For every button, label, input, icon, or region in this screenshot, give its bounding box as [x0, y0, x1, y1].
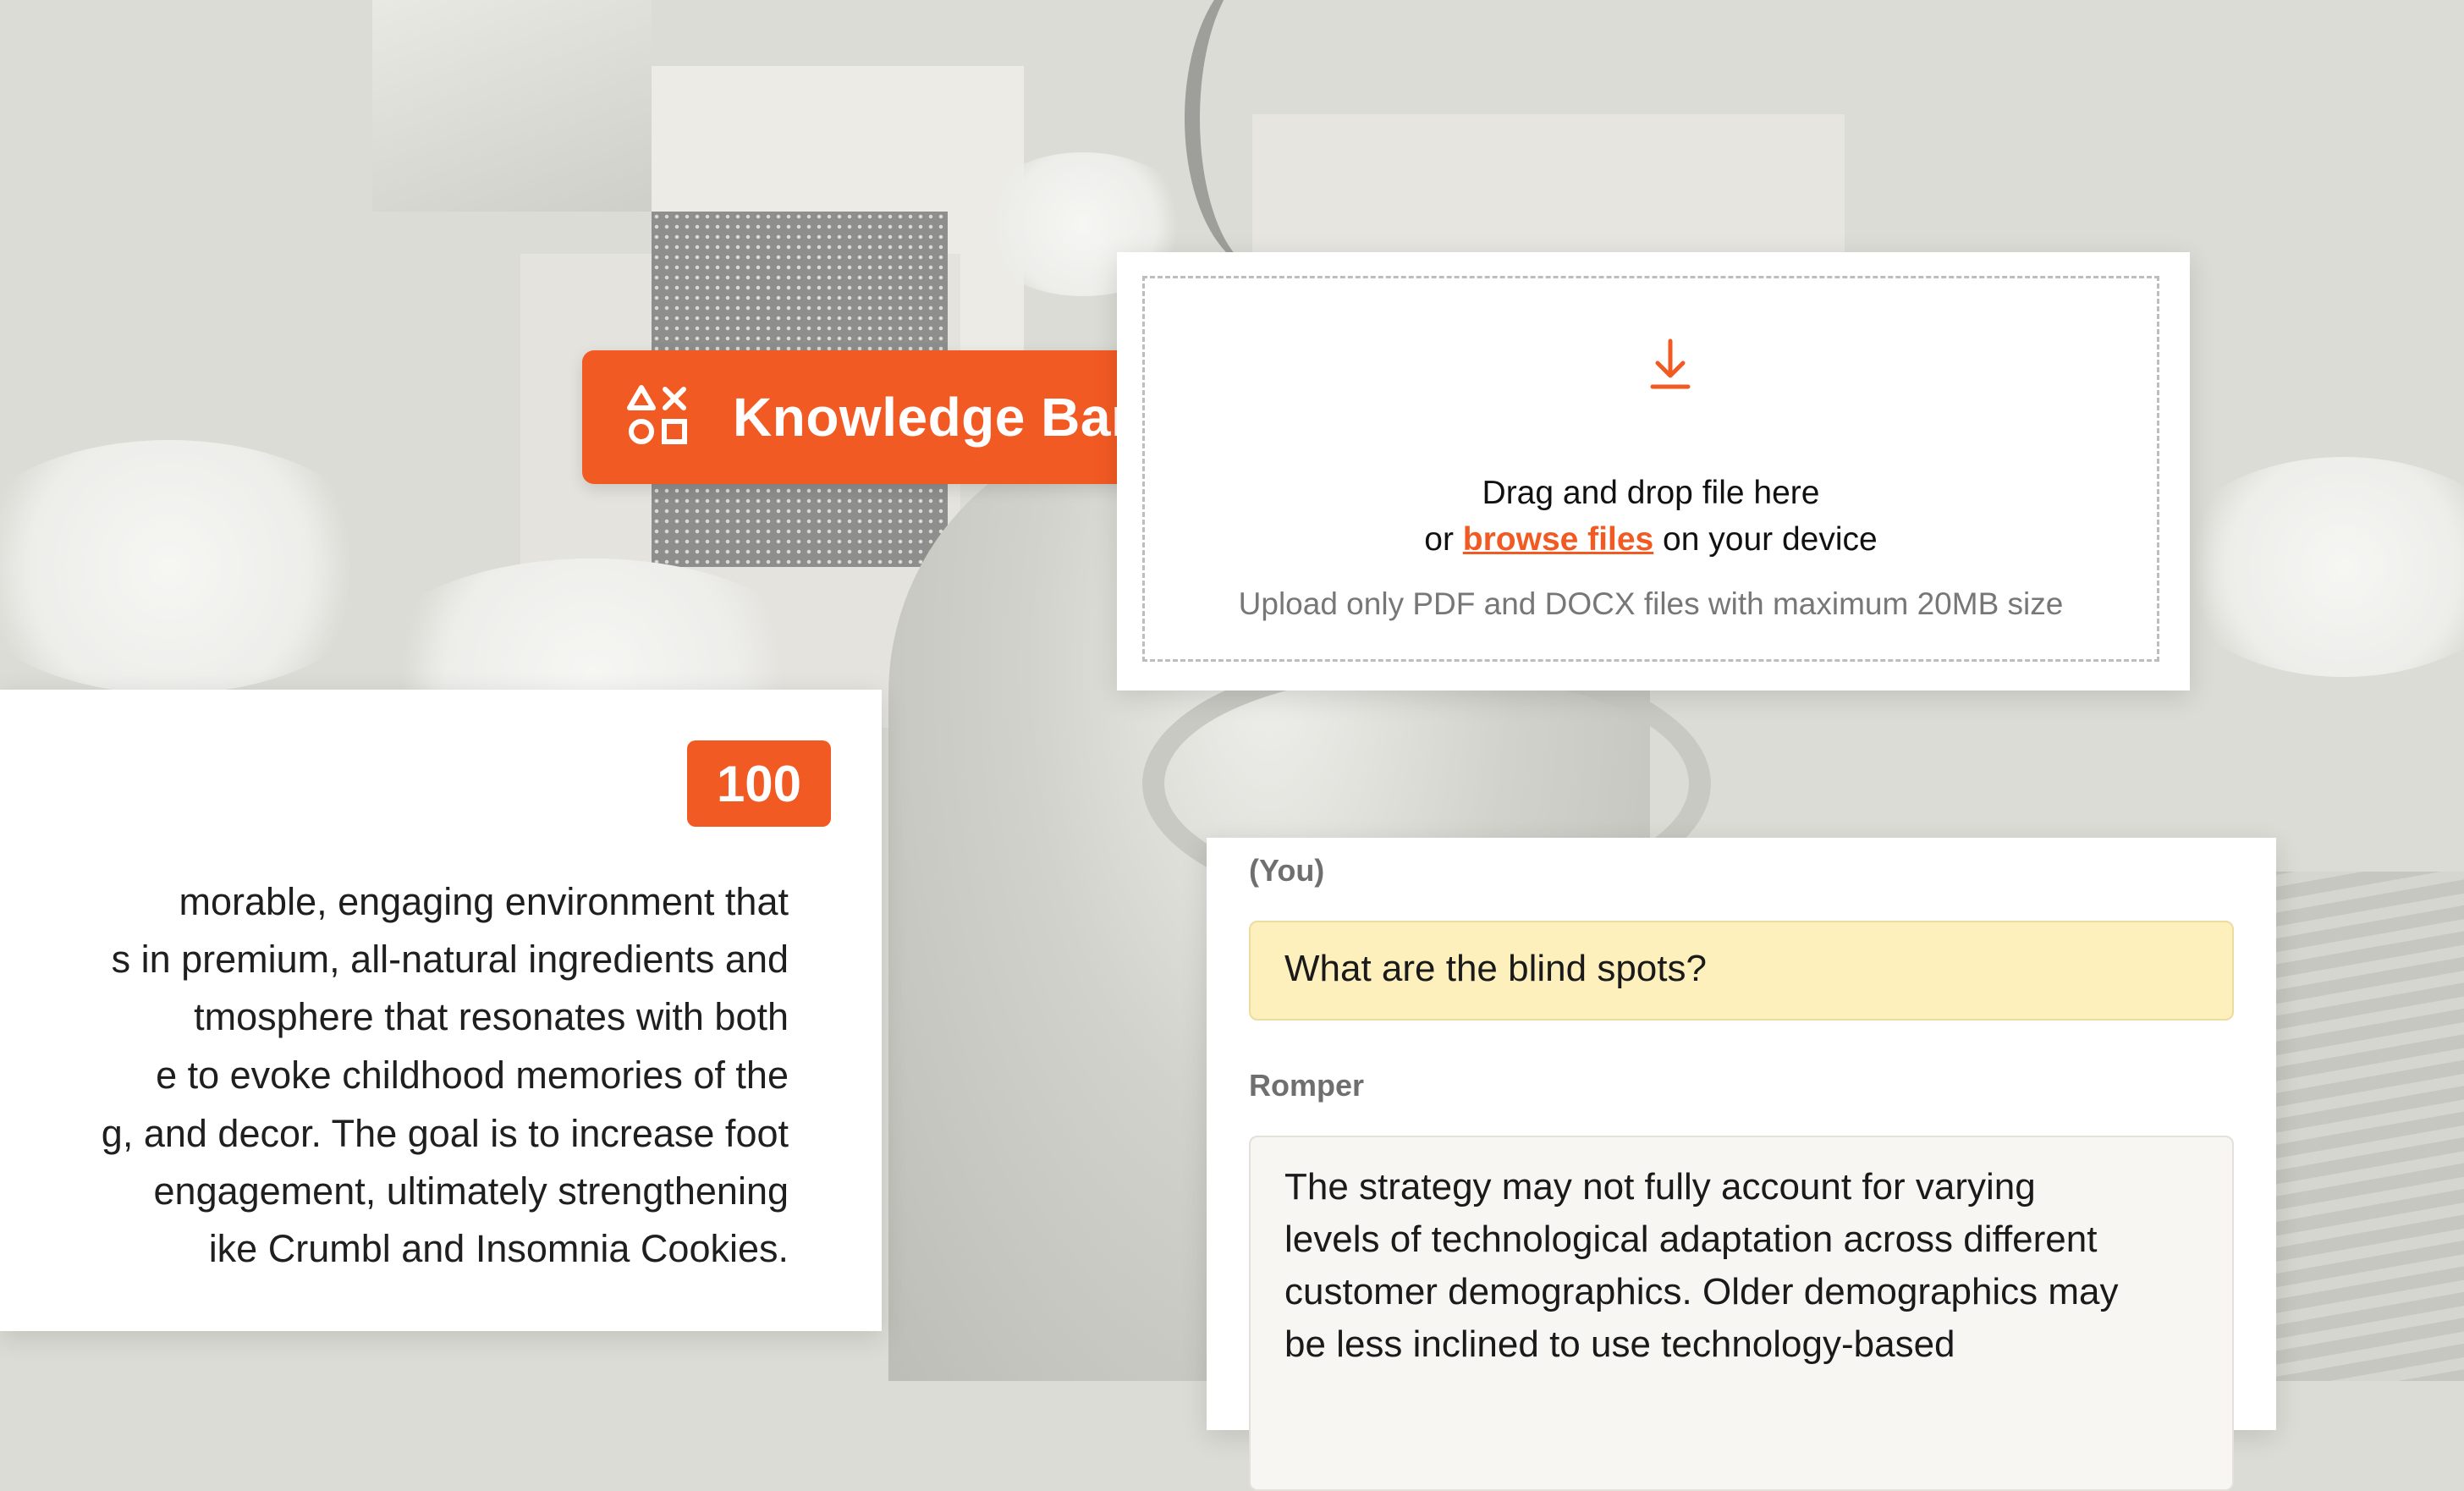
- upload-hint: Upload only PDF and DOCX files with maxi…: [1238, 586, 2064, 621]
- assistant-message-line: be less inclined to use technology-based: [1284, 1323, 1955, 1365]
- body-text-line: tmosphere that resonates with both: [194, 995, 789, 1038]
- body-text-line: ike Crumbl and Insomnia Cookies.: [208, 1227, 789, 1270]
- assistant-message-line: levels of technological adaptation acros…: [1284, 1219, 2098, 1260]
- download-arrow-icon: [1650, 338, 1691, 389]
- user-message-bubble: What are the blind spots?: [1249, 921, 2234, 1021]
- browse-files-link[interactable]: browse files: [1463, 521, 1653, 558]
- file-dropzone[interactable]: Drag and drop file here or browse files …: [1142, 276, 2159, 662]
- browse-suffix: on your device: [1653, 521, 1878, 558]
- body-text-line: g, and decor. The goal is to increase fo…: [101, 1112, 789, 1155]
- assistant-message-line: customer demographics. Older demographic…: [1284, 1271, 2119, 1312]
- dropzone-instruction: Drag and drop file here: [1482, 475, 1820, 511]
- browse-prefix: or: [1424, 521, 1463, 558]
- upload-card: Drag and drop file here or browse files …: [1117, 252, 2190, 690]
- cloud: [0, 440, 389, 694]
- score-badge: 100: [687, 740, 831, 827]
- chat-card: (You) What are the blind spots? Romper T…: [1207, 838, 2276, 1491]
- shapes-icon: [626, 384, 689, 451]
- assistant-message-bubble: The strategy may not fully account for v…: [1249, 1136, 2234, 1491]
- user-speaker-label: (You): [1249, 853, 1325, 888]
- body-text-line: s in premium, all-natural ingredients an…: [111, 938, 789, 981]
- assistant-speaker-label: Romper: [1249, 1068, 1365, 1103]
- collage-photo-face: [372, 0, 652, 212]
- strategy-text-card: 100 morable, engaging environment that s…: [0, 690, 882, 1331]
- knowledge-bank-title: Knowledge Bank: [733, 387, 1175, 448]
- cloud: [2166, 457, 2464, 677]
- body-text-line: engagement, ultimately strengthening: [153, 1169, 789, 1213]
- body-text-line: morable, engaging environment that: [179, 880, 789, 923]
- dropzone-browse-line: or browse files on your device: [1145, 521, 2157, 558]
- assistant-message-line: The strategy may not fully account for v…: [1284, 1166, 2036, 1208]
- body-text-line: e to evoke childhood memories of the: [156, 1054, 789, 1097]
